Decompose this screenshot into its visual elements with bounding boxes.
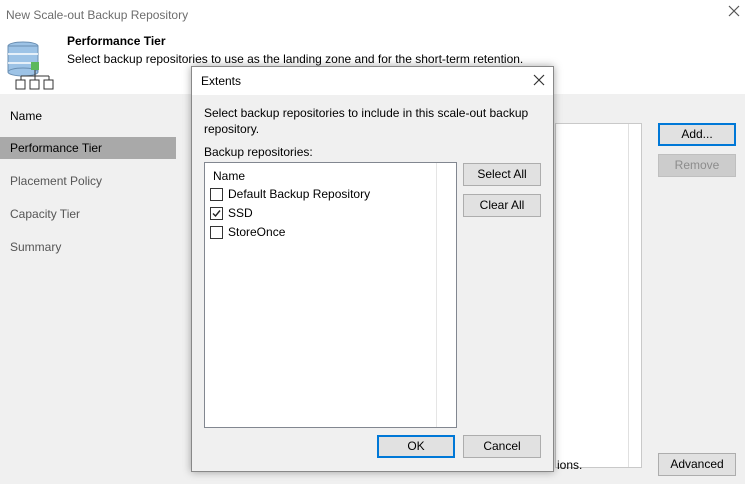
dialog-instruction: Select backup repositories to include in… (204, 106, 529, 136)
ok-button[interactable]: OK (377, 435, 455, 458)
nav-item-capacity-tier[interactable]: Capacity Tier (0, 203, 176, 225)
window-title: New Scale-out Backup Repository (6, 8, 189, 22)
checkbox[interactable] (210, 226, 223, 239)
checkmark-icon (212, 210, 221, 218)
advanced-button[interactable]: Advanced (658, 453, 736, 476)
checkbox[interactable] (210, 207, 223, 220)
options-text: ions. (557, 458, 583, 472)
nav-item-placement-policy[interactable]: Placement Policy (0, 170, 176, 192)
dialog-title: Extents (201, 74, 242, 88)
repository-name: StoreOnce (228, 225, 286, 239)
close-icon[interactable] (532, 73, 546, 87)
dialog-titlebar: Extents (192, 67, 553, 95)
column-header-name[interactable]: Name (213, 169, 245, 183)
wizard-nav: Name Performance Tier Placement Policy C… (0, 94, 180, 484)
nav-item-summary[interactable]: Summary (0, 236, 176, 258)
repository-name: Default Backup Repository (228, 187, 371, 201)
repositories-list[interactable]: Name Default Backup Repository SSD Store… (204, 162, 457, 428)
nav-item-name[interactable]: Name (0, 105, 176, 127)
extents-dialog: Extents Select backup repositories to in… (191, 66, 554, 472)
page-description: Select backup repositories to use as the… (67, 52, 524, 66)
page-title: Performance Tier (67, 34, 166, 48)
add-button[interactable]: Add... (658, 123, 736, 146)
remove-button[interactable]: Remove (658, 154, 736, 177)
extents-list[interactable] (555, 123, 642, 468)
nav-item-performance-tier[interactable]: Performance Tier (0, 137, 176, 159)
repository-name: SSD (228, 206, 253, 220)
select-all-button[interactable]: Select All (463, 163, 541, 186)
repositories-label: Backup repositories: (204, 145, 313, 159)
clear-all-button[interactable]: Clear All (463, 194, 541, 217)
database-icon (7, 41, 54, 90)
cancel-button[interactable]: Cancel (463, 435, 541, 458)
checkbox[interactable] (210, 188, 223, 201)
close-icon[interactable] (727, 4, 741, 18)
